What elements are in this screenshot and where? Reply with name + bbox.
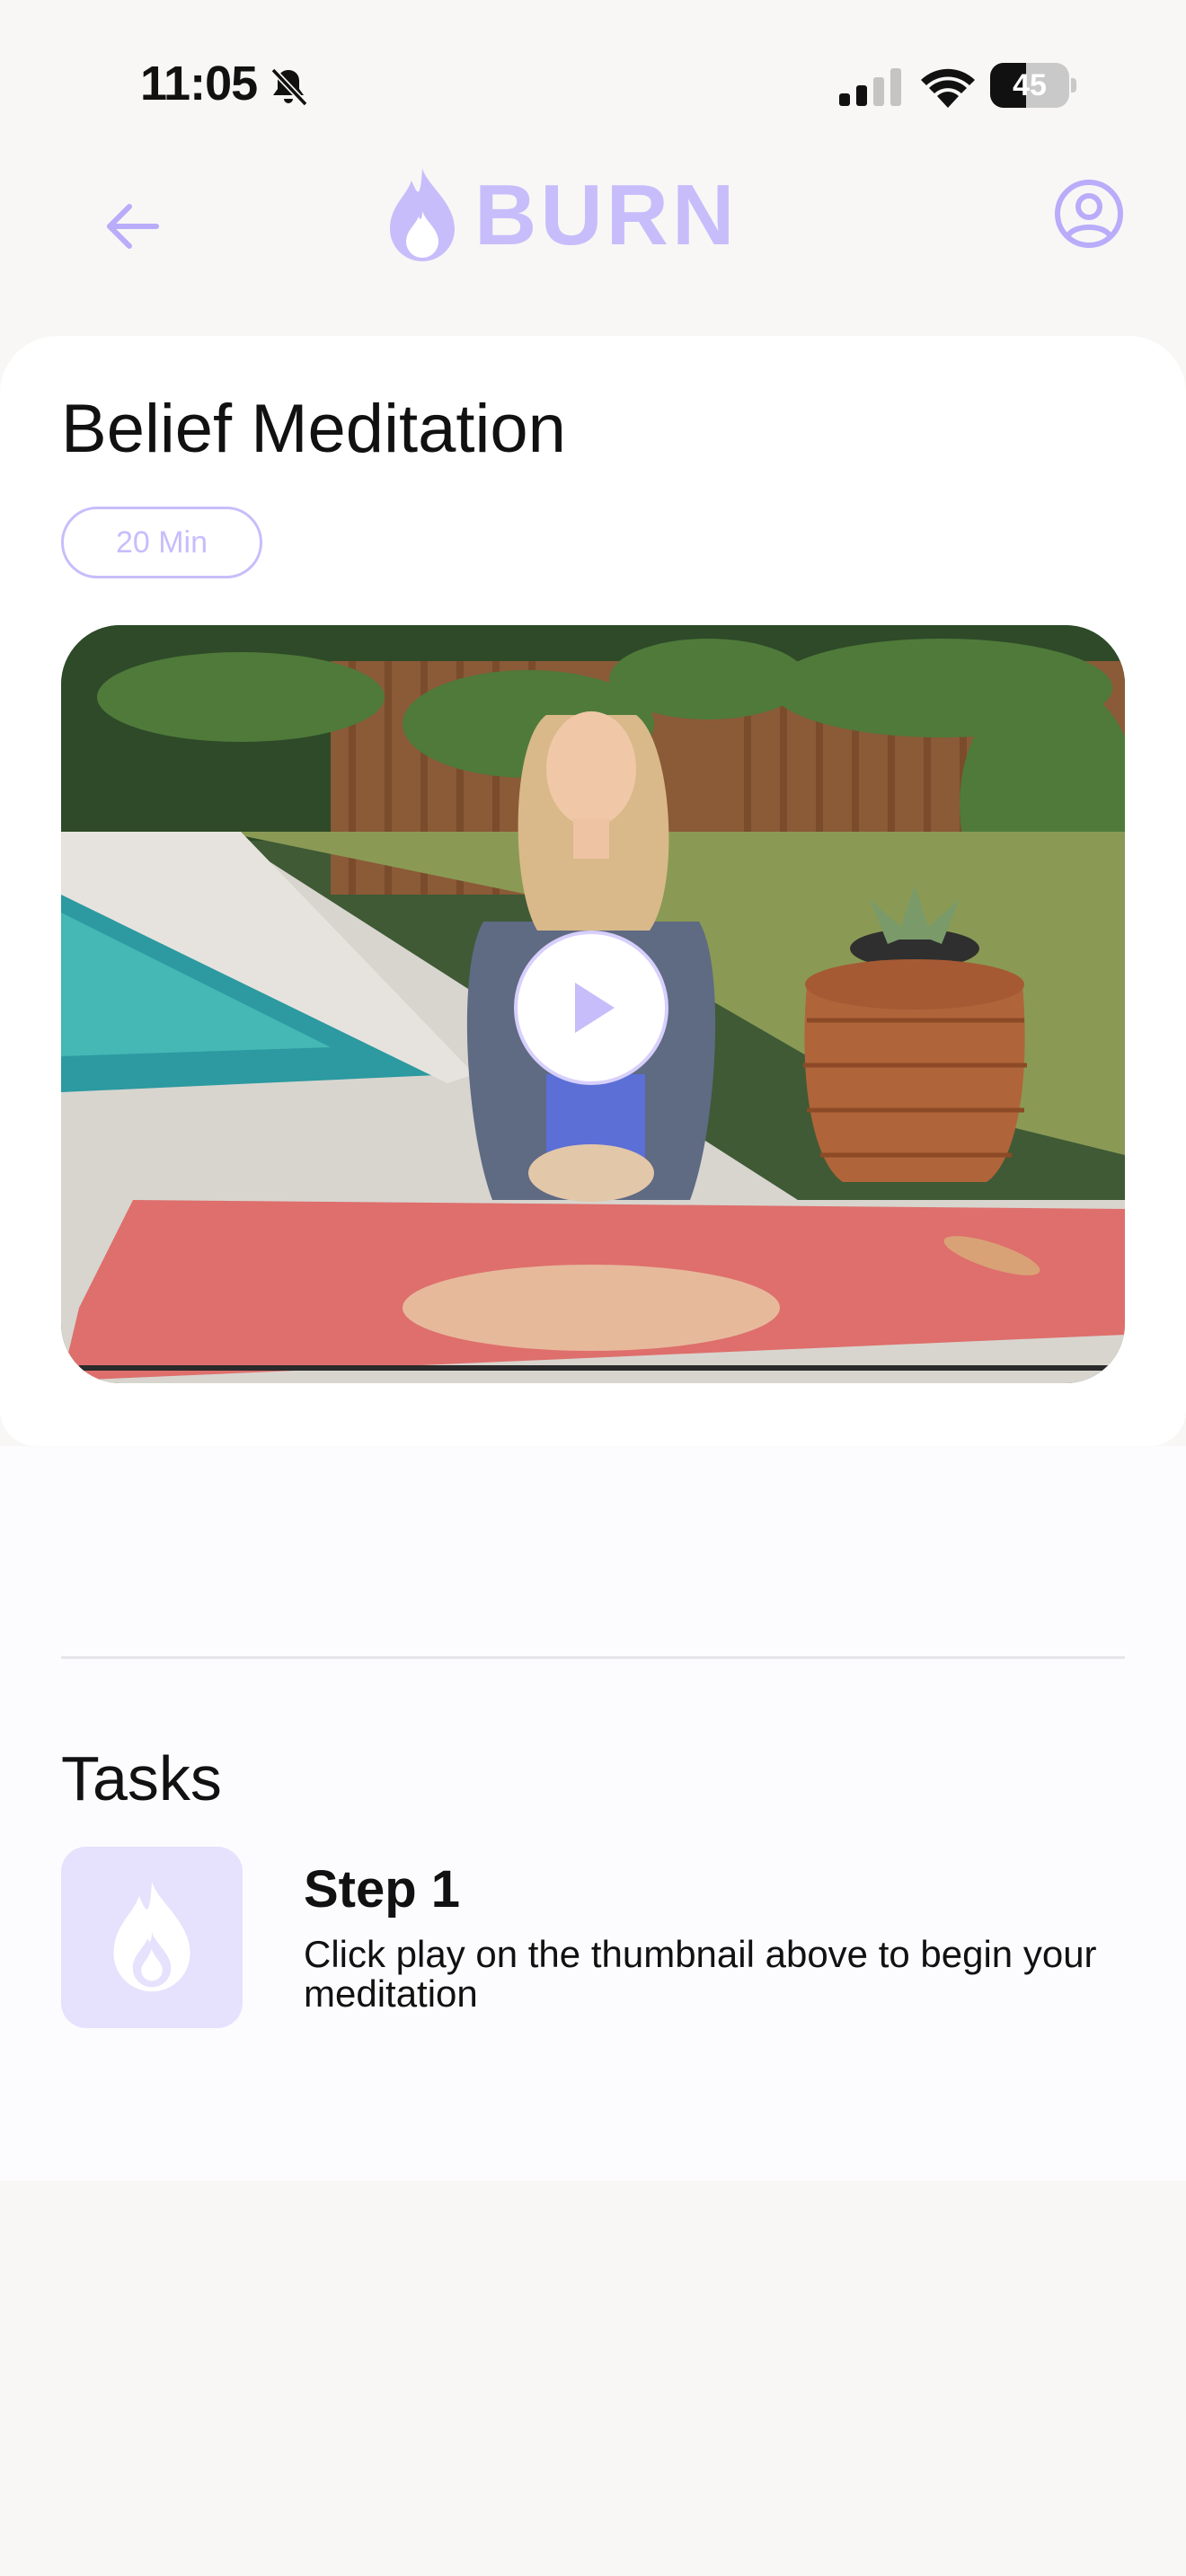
task-step-description: Click play on the thumbnail above to beg… <box>304 1933 1097 2015</box>
battery-tip <box>1071 78 1076 93</box>
back-button[interactable] <box>97 190 169 262</box>
battery-body: 45 <box>990 63 1069 108</box>
meditation-card: Belief Meditation 20 Min <box>0 336 1186 1446</box>
brand-name: BURN <box>474 167 739 263</box>
flame-icon <box>113 1881 190 1992</box>
section-divider <box>61 1656 1125 1659</box>
bell-off-icon <box>270 67 308 107</box>
profile-button[interactable] <box>1053 178 1125 250</box>
play-icon <box>575 983 615 1033</box>
arrow-left-icon <box>107 204 159 249</box>
wifi-icon <box>921 68 975 108</box>
duration-badge: 20 Min <box>61 507 262 578</box>
tasks-heading: Tasks <box>61 1743 222 1813</box>
play-button[interactable] <box>514 931 668 1085</box>
flame-icon <box>390 168 455 261</box>
battery-level: 45 <box>1013 68 1047 102</box>
status-time: 11:05 <box>140 57 258 110</box>
tasks-section: Tasks Step 1 Click play on the thumbnail… <box>0 1446 1186 2181</box>
user-circle-icon <box>1055 180 1123 248</box>
task-icon-tile <box>61 1847 243 2028</box>
cellular-signal-icon <box>839 68 901 106</box>
brand-logo: BURN <box>385 162 738 269</box>
status-bar: 11:05 45 <box>0 0 1186 135</box>
video-thumbnail[interactable] <box>61 625 1125 1383</box>
meditation-title: Belief Meditation <box>61 391 566 467</box>
battery-indicator: 45 <box>990 63 1076 108</box>
task-step-title: Step 1 <box>304 1860 461 1919</box>
